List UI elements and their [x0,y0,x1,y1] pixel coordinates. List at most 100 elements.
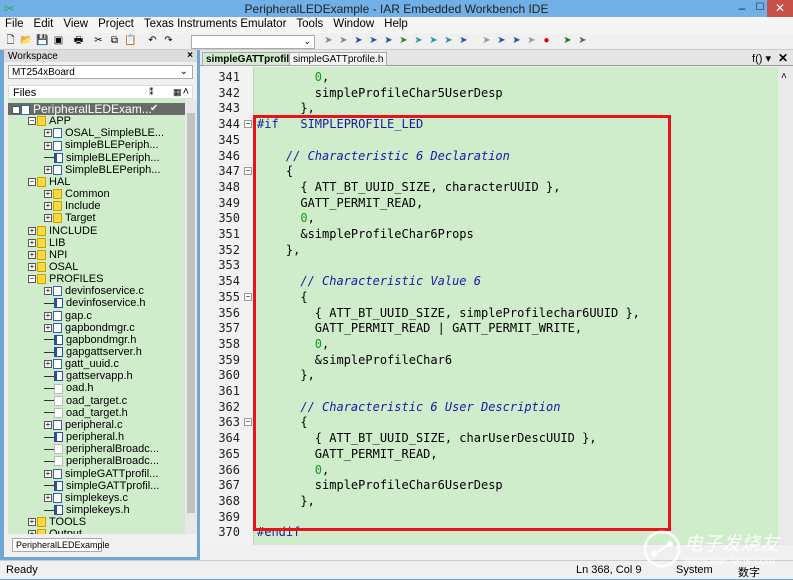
tree-item[interactable]: oad_target.h [8,407,185,419]
expand-icon[interactable]: + [28,530,36,534]
workspace-tab[interactable]: PeripheralLEDExample [12,538,110,552]
redo-icon[interactable]: ↷ [162,35,175,47]
tree-item[interactable]: + Output [8,528,185,534]
close-button[interactable]: ✕ [767,0,793,17]
tree-item[interactable]: + TOOLS [8,516,185,528]
tree-item[interactable]: + gapbondmgr.c [8,322,185,334]
expand-icon[interactable]: + [44,202,52,211]
tree-item[interactable]: + SimpleBLEPeriph... [8,164,185,176]
tree-item[interactable]: + INCLUDE [8,225,185,237]
tree-item[interactable]: peripheralBroadc... [8,455,185,467]
debug-tool-icon[interactable]: ➤ [525,35,538,47]
close-icon[interactable]: × [187,50,193,61]
debug-tool-icon[interactable]: ➤ [495,35,508,47]
tree-item[interactable]: − HAL [8,176,185,188]
new-file-icon[interactable]: 🗋 [4,35,17,47]
editor-scrollbar[interactable]: ˄ [778,67,793,545]
fold-icon[interactable]: − [244,418,252,427]
tree-item[interactable]: peripheral.h [8,431,185,443]
tree-item[interactable]: − PROFILES [8,273,185,285]
expand-icon[interactable]: + [44,165,52,174]
expand-icon[interactable]: + [28,518,36,527]
debug-tool-icon[interactable]: ➤ [457,35,470,47]
chevron-down-icon[interactable]: ▾ [765,53,771,65]
configuration-select[interactable]: MT254xBoard ⌄ [8,65,193,79]
tree-scrollbar[interactable] [185,99,197,534]
collapse-icon[interactable]: − [28,275,36,284]
function-nav-label[interactable]: f() [752,53,762,65]
debug-tool-icon[interactable]: ➤ [352,35,365,47]
menu-help[interactable]: Help [379,17,413,30]
tree-item[interactable]: + LIB [8,237,185,249]
tree-item[interactable]: + gatt_uuid.c [8,358,185,370]
tree-item[interactable]: gapbondmgr.h [8,334,185,346]
fold-icon[interactable]: − [244,120,252,129]
debug-tool-icon[interactable]: ➤ [367,35,380,47]
tree-item[interactable]: + Common [8,188,185,200]
close-icon[interactable]: ✕ [778,51,788,65]
expand-icon[interactable]: + [44,420,52,429]
debug-tool-icon[interactable]: ➤ [427,35,440,47]
undo-icon[interactable]: ↶ [146,35,159,47]
collapse-icon[interactable]: − [28,117,36,126]
debug-tool-icon[interactable]: ➤ [576,35,589,47]
tree-item[interactable]: + OSAL [8,261,185,273]
tree-item[interactable]: + simpleGATTprofil... [8,468,185,480]
tree-item[interactable]: + Target [8,212,185,224]
function-navigator[interactable]: f() ▾ [752,52,771,65]
paste-icon[interactable]: 📋 [124,35,137,47]
tree-item[interactable]: + simplekeys.c [8,492,185,504]
debug-tool-icon[interactable]: ➤ [337,35,350,47]
tree-item[interactable]: + Include [8,200,185,212]
tree-item[interactable]: oad_target.c [8,395,185,407]
tree-item[interactable]: gapgattserver.h [8,346,185,358]
menu-file[interactable]: File [0,17,29,30]
tree-item[interactable]: + peripheral.c [8,419,185,431]
print-icon[interactable]: 🖶 [72,35,85,47]
tree-item[interactable]: simplekeys.h [8,504,185,516]
chevron-down-icon[interactable]: ⌄ [303,36,311,46]
expand-icon[interactable]: + [44,360,52,369]
debug-tool-icon[interactable]: ➤ [322,35,335,47]
debug-tool-icon[interactable]: ➤ [382,35,395,47]
expand-icon[interactable]: + [44,141,52,150]
menu-texas-instruments-emulator[interactable]: Texas Instruments Emulator [139,17,292,30]
tree-item[interactable]: + NPI [8,249,185,261]
collapse-icon[interactable]: − [12,105,20,114]
chevron-up-icon[interactable]: ˄ [781,71,787,82]
tree-item[interactable]: simpleGATTprofil... [8,480,185,492]
debug-tool-icon[interactable]: ➤ [510,35,523,47]
expand-icon[interactable]: + [44,214,52,223]
options-icon[interactable]: ▦ [173,87,182,98]
fold-icon[interactable]: − [244,292,252,301]
tree-item[interactable]: + simpleBLEPeriph... [8,139,185,151]
expand-icon[interactable]: + [28,226,36,235]
chevron-up-icon[interactable]: ˄ [183,86,189,98]
debug-tool-icon[interactable]: ➤ [442,35,455,47]
tree-item[interactable]: simpleBLEPeriph... [8,152,185,164]
menu-view[interactable]: View [58,17,93,30]
expand-icon[interactable]: + [28,250,36,259]
expand-icon[interactable]: + [28,263,36,272]
menu-edit[interactable]: Edit [29,17,59,30]
scrollbar-thumb[interactable] [187,113,195,513]
copy-icon[interactable]: ⧉ [108,35,121,47]
expand-icon[interactable]: + [44,129,52,138]
debug-tool-icon[interactable]: ➤ [397,35,410,47]
tree-item[interactable]: gattservapp.h [8,370,185,382]
expand-icon[interactable]: + [44,287,52,296]
menu-project[interactable]: Project [93,17,139,30]
expand-icon[interactable]: + [44,469,52,478]
save-icon[interactable]: 💾 [36,35,49,47]
tab-simplegattprofile-h[interactable]: simpleGATTprofile.h [289,52,388,66]
minimize-button[interactable]: – [733,0,751,17]
tree-item[interactable]: + gap.c [8,310,185,322]
cut-icon[interactable]: ✂ [92,35,105,47]
fold-icon[interactable]: − [244,167,252,176]
debug-tool-icon[interactable]: ➤ [412,35,425,47]
expand-icon[interactable]: + [44,493,52,502]
menu-window[interactable]: Window [328,17,379,30]
expand-icon[interactable]: + [28,238,36,247]
debug-tool-icon[interactable]: ➤ [480,35,493,47]
expand-icon[interactable]: + [44,323,52,332]
